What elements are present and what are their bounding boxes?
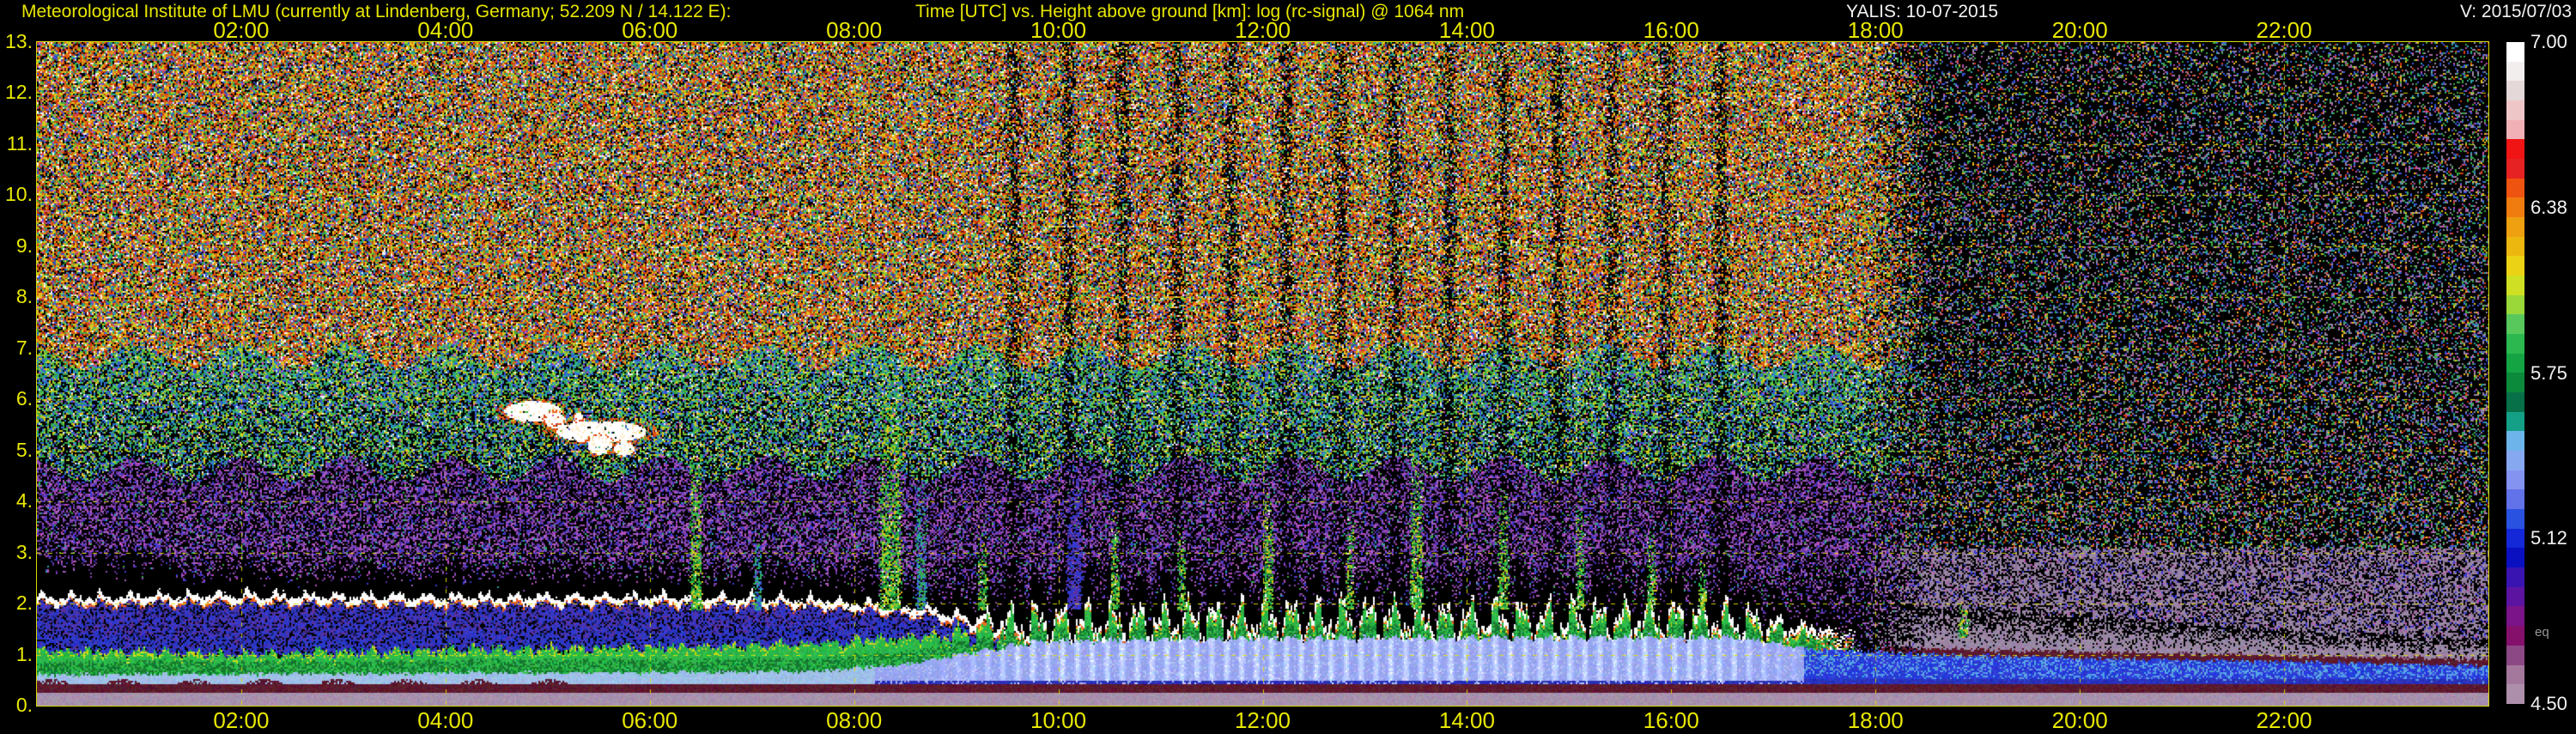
colorbar-cell xyxy=(2506,217,2524,237)
colorbar-cell xyxy=(2506,626,2524,646)
colorbar-tick-label: 7.00 xyxy=(2530,31,2567,52)
colorbar-cell xyxy=(2506,451,2524,470)
y-tick-label: 11. xyxy=(6,131,33,155)
x-tick-label: 16:00 xyxy=(1643,17,1699,43)
colorbar-cell xyxy=(2506,119,2524,140)
colorbar-cell xyxy=(2506,197,2524,218)
lidar-quicklook-page: { "chart_data": { "type": "heatmap", "st… xyxy=(0,0,2576,733)
plot-frame xyxy=(36,41,2489,707)
chart-title: Time [UTC] vs. Height above ground [km]:… xyxy=(915,2,1465,21)
x-tick-label: 02:00 xyxy=(213,17,270,43)
colorbar-cell xyxy=(2506,42,2524,62)
colorbar-cell xyxy=(2506,294,2524,315)
x-tick-label: 04:00 xyxy=(417,17,474,43)
colorbar-cell xyxy=(2506,178,2524,198)
colorbar-cell xyxy=(2506,664,2524,685)
x-tick-label: 08:00 xyxy=(826,707,883,733)
colorbar-cell xyxy=(2506,314,2524,335)
colorbar-cell xyxy=(2506,586,2524,607)
x-tick-label: 12:00 xyxy=(1234,17,1291,43)
x-tick-label: 14:00 xyxy=(1438,17,1495,43)
colorbar-cell xyxy=(2506,470,2524,490)
colorbar-cell xyxy=(2506,606,2524,627)
x-tick-label: 18:00 xyxy=(1847,17,1904,43)
x-tick-label: 20:00 xyxy=(2051,17,2108,43)
colorbar-tick-label: 4.50 xyxy=(2530,693,2567,714)
x-tick-label: 12:00 xyxy=(1234,707,1291,733)
colorbar xyxy=(2506,42,2524,704)
colorbar-cell xyxy=(2506,528,2524,549)
colorbar-cell xyxy=(2506,100,2524,120)
y-tick-label: 3. xyxy=(15,540,33,563)
colorbar-cell xyxy=(2506,567,2524,587)
colorbar-cell xyxy=(2506,548,2524,568)
colorbar-cell xyxy=(2506,81,2524,101)
lidar-heatmap-canvas xyxy=(37,42,2488,706)
colorbar-cell xyxy=(2506,431,2524,452)
x-tick-label: 08:00 xyxy=(826,17,883,43)
y-tick-label: 7. xyxy=(15,336,33,359)
colorbar-cell xyxy=(2506,236,2524,257)
y-tick-label: 9. xyxy=(15,234,33,257)
y-tick-label: 2. xyxy=(15,591,33,615)
colorbar-cell xyxy=(2506,373,2524,393)
colorbar-cell xyxy=(2506,353,2524,373)
x-tick-label: 10:00 xyxy=(1030,17,1087,43)
colorbar-cell xyxy=(2506,276,2524,295)
y-tick-label: 6. xyxy=(15,387,33,410)
x-tick-label: 14:00 xyxy=(1438,707,1495,733)
colorbar-cell xyxy=(2506,139,2524,160)
y-tick-label: 4. xyxy=(15,489,33,513)
x-tick-label: 22:00 xyxy=(2256,707,2312,733)
colorbar-cell xyxy=(2506,61,2524,82)
y-tick-label: 8. xyxy=(15,285,33,308)
colorbar-cell xyxy=(2506,392,2524,412)
version-label: V: 2015/07/03 xyxy=(2460,2,2572,21)
x-tick-label: 04:00 xyxy=(417,707,474,733)
y-tick-label: 13. xyxy=(5,30,33,52)
colorbar-eq-label: eq xyxy=(2535,625,2549,640)
x-tick-label: 10:00 xyxy=(1030,707,1087,733)
y-tick-label: 12. xyxy=(5,81,33,104)
x-tick-label: 20:00 xyxy=(2051,707,2108,733)
y-tick-label: 10. xyxy=(5,183,33,206)
colorbar-cell xyxy=(2506,334,2524,354)
colorbar-cell xyxy=(2506,256,2524,276)
colorbar-cell xyxy=(2506,489,2524,510)
y-tick-label: 1. xyxy=(15,642,33,665)
x-tick-label: 06:00 xyxy=(622,17,678,43)
y-tick-label: 5. xyxy=(15,438,33,461)
colorbar-cell xyxy=(2506,411,2524,432)
x-tick-label: 06:00 xyxy=(622,707,678,733)
x-tick-label: 18:00 xyxy=(1847,707,1904,733)
colorbar-tick-label: 5.12 xyxy=(2530,527,2567,549)
colorbar-tick-label: 6.38 xyxy=(2530,196,2567,218)
colorbar-cell xyxy=(2506,159,2524,179)
x-tick-label: 22:00 xyxy=(2256,17,2312,43)
x-tick-label: 16:00 xyxy=(1643,707,1699,733)
colorbar-cell xyxy=(2506,509,2524,529)
x-tick-label: 02:00 xyxy=(213,707,270,733)
y-tick-label: 0. xyxy=(15,694,33,716)
colorbar-cell xyxy=(2506,684,2524,704)
colorbar-cell xyxy=(2506,645,2524,665)
colorbar-tick-label: 5.75 xyxy=(2530,361,2567,384)
